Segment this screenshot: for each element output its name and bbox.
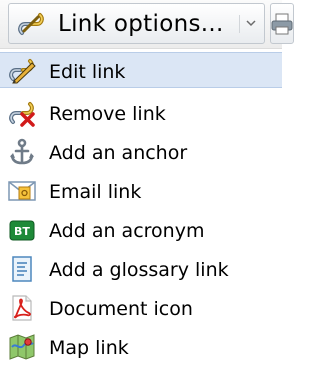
menu-item-add-glossary-link[interactable]: Add a glossary link [0, 250, 282, 289]
menu-item-email-link[interactable]: Email link [0, 172, 282, 211]
chevron-down-icon [246, 20, 256, 27]
menu-item-add-anchor[interactable]: Add an anchor [0, 133, 282, 172]
menu-item-label: Add a glossary link [49, 259, 229, 281]
menu-item-label: Add an acronym [49, 220, 205, 242]
link-options-dropdown[interactable] [239, 15, 262, 33]
chain-link-icon [18, 13, 44, 35]
menu-item-edit-link[interactable]: Edit link [0, 48, 282, 94]
acronym-bt-text: BT [14, 225, 30, 238]
email-icon [8, 181, 36, 201]
menu-item-label: Add an anchor [49, 142, 188, 164]
hover-highlight [0, 52, 282, 88]
pencil-link-icon [9, 59, 36, 84]
menu-item-label: Map link [49, 337, 129, 359]
menu-item-label: Edit link [49, 61, 126, 83]
glossary-icon [12, 256, 32, 282]
acronym-bt-icon: BT [9, 220, 35, 241]
menu-item-map-link[interactable]: Map link [0, 328, 282, 367]
remove-link-icon [9, 102, 35, 127]
map-icon [9, 334, 35, 360]
menu-item-label: Document icon [49, 298, 193, 320]
link-options-label: Link options... [58, 11, 224, 37]
print-button[interactable] [270, 3, 294, 44]
pdf-document-icon [12, 295, 32, 321]
anchor-icon [10, 138, 34, 165]
menu-item-remove-link[interactable]: Remove link [0, 94, 282, 133]
printer-icon [271, 13, 293, 35]
menu-item-label: Email link [49, 181, 142, 203]
menu-item-label: Remove link [49, 103, 166, 125]
menu-item-add-acronym[interactable]: BT Add an acronym [0, 211, 282, 250]
link-options-menu: Edit link Remove link Add an anchor Emai… [0, 48, 282, 367]
menu-item-document-icon[interactable]: Document icon [0, 289, 282, 328]
toolbar: Link options... [0, 0, 294, 49]
link-options-button[interactable]: Link options... [8, 3, 265, 44]
